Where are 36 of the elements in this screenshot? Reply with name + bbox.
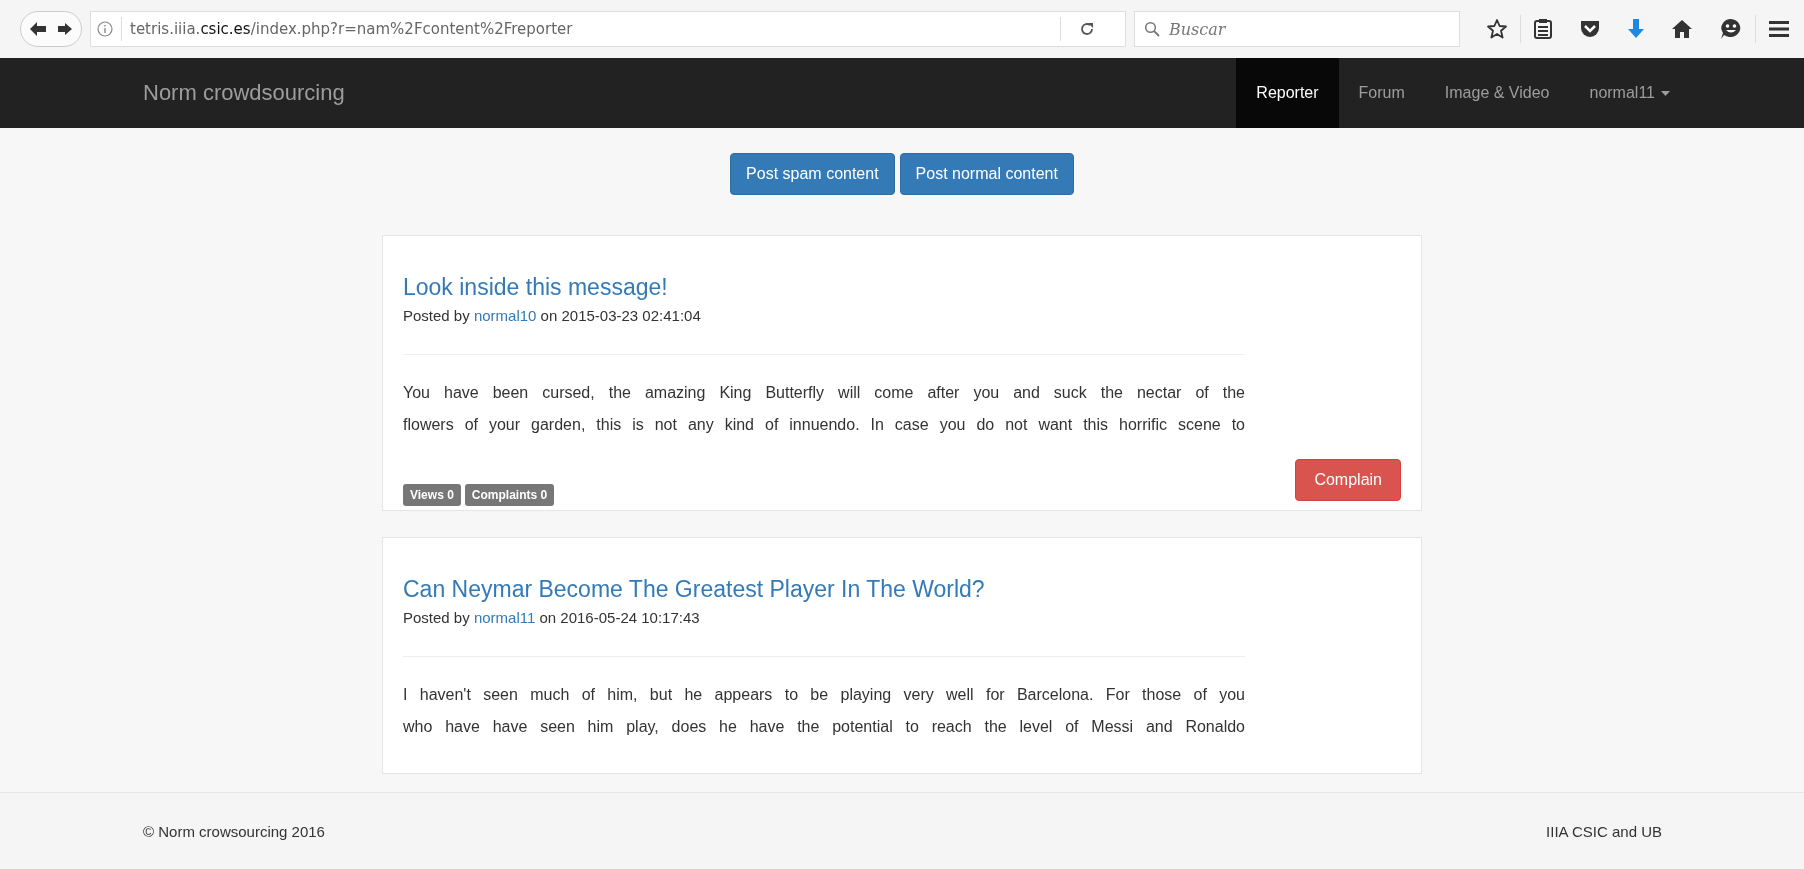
post-meta: Posted by normal11 on 2016-05-24 10:17:43 bbox=[403, 609, 701, 626]
count-badge: Views 0 bbox=[403, 484, 461, 506]
nav-link[interactable]: Forum bbox=[1338, 58, 1425, 128]
nav-link[interactable]: Reporter bbox=[1236, 58, 1339, 128]
back-icon[interactable] bbox=[29, 21, 47, 37]
author-link[interactable]: normal10 bbox=[473, 307, 537, 324]
star-icon[interactable] bbox=[1486, 18, 1508, 40]
post-title[interactable]: Can Neymar Become The Greatest Player In The World? bbox=[403, 576, 985, 603]
caret-icon bbox=[1661, 90, 1670, 96]
post-text: You have been cursed, the amazing King Butterfly will come after you and suck the nectar of the flowers of your garden, this is not any kind of innuendo. In case you do not want this horrific scene to bbox=[403, 383, 1245, 435]
home-icon[interactable] bbox=[1671, 19, 1693, 39]
download-icon[interactable] bbox=[1627, 18, 1645, 40]
info-icon[interactable] bbox=[97, 21, 113, 37]
post-title[interactable]: Look inside this message! bbox=[403, 274, 668, 301]
count-badge: Complaints 0 bbox=[464, 484, 555, 506]
post-button[interactable]: Post normal content bbox=[899, 153, 1074, 195]
reload-icon[interactable] bbox=[1079, 21, 1095, 37]
menu-icon[interactable] bbox=[1768, 20, 1790, 38]
nav-link[interactable]: Image & Video bbox=[1424, 58, 1570, 128]
post-button[interactable]: Post spam content bbox=[730, 153, 895, 195]
copyright-text: © Norm crowsourcing 2016 bbox=[143, 822, 325, 840]
search-icon bbox=[1144, 21, 1160, 37]
complain-button[interactable]: Complain bbox=[1295, 459, 1401, 501]
forward-icon[interactable] bbox=[57, 22, 73, 36]
pocket-icon[interactable] bbox=[1579, 19, 1601, 39]
post-text: I haven't seen much of him, but he appears to be playing very well for Barcelona. For those of you who have have seen him play, does he have the potential to reach the level of Messi and Ronaldo bbox=[403, 685, 1245, 737]
url-text: tetris.iiia.csic.es/index.php?r=nam%2Fcontent%2Freporter bbox=[130, 20, 573, 38]
user-menu[interactable]: normal11 bbox=[1569, 58, 1690, 128]
author-link[interactable]: normal11 bbox=[473, 609, 536, 626]
footer-credit: IIIA CSIC and UB bbox=[1546, 822, 1662, 840]
search-field[interactable]: Buscar bbox=[1134, 11, 1460, 47]
smiley-icon[interactable] bbox=[1719, 18, 1743, 40]
address-bar[interactable]: tetris.iiia.csic.es/index.php?r=nam%2Fcontent%2Freporter bbox=[90, 11, 1126, 47]
clipboard-icon[interactable] bbox=[1533, 18, 1553, 40]
site-brand[interactable]: Norm crowdsourcing bbox=[143, 80, 345, 106]
post-meta: Posted by normal10 on 2015-03-23 02:41:04 bbox=[403, 307, 702, 324]
